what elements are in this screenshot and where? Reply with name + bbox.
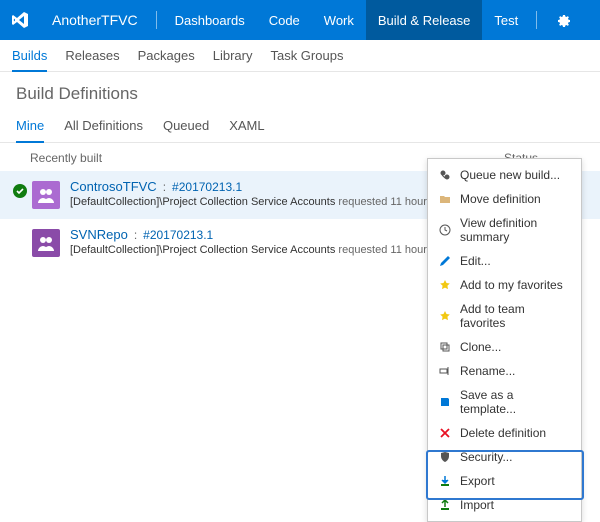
save-icon xyxy=(438,395,452,409)
subnav-releases[interactable]: Releases xyxy=(65,40,119,71)
tab-queued[interactable]: Queued xyxy=(163,112,209,142)
subnav-library[interactable]: Library xyxy=(213,40,253,71)
star-icon xyxy=(438,309,452,323)
gear-icon xyxy=(555,12,571,28)
menu-edit[interactable]: Edit... xyxy=(428,249,581,273)
subnav-packages[interactable]: Packages xyxy=(138,40,195,71)
clock-icon xyxy=(438,223,452,237)
nav-dashboards[interactable]: Dashboards xyxy=(163,0,257,40)
tab-mine[interactable]: Mine xyxy=(16,112,44,143)
top-bar: AnotherTFVC Dashboards Code Work Build &… xyxy=(0,0,600,40)
folder-icon xyxy=(438,192,452,206)
tab-all-definitions[interactable]: All Definitions xyxy=(64,112,143,142)
shield-icon xyxy=(438,450,452,464)
menu-security[interactable]: Security... xyxy=(428,445,581,469)
tab-xaml[interactable]: XAML xyxy=(229,112,264,142)
menu-move-definition[interactable]: Move definition xyxy=(428,187,581,211)
vs-logo-icon[interactable] xyxy=(0,0,40,40)
build-number-link[interactable]: #20170213.1 xyxy=(143,228,213,242)
sub-nav: Builds Releases Packages Library Task Gr… xyxy=(0,40,600,72)
divider xyxy=(536,11,537,29)
divider xyxy=(156,11,157,29)
delete-icon xyxy=(438,426,452,440)
pencil-icon xyxy=(438,254,452,268)
menu-delete[interactable]: Delete definition xyxy=(428,421,581,445)
page-title: Build Definitions xyxy=(0,72,600,112)
menu-save-template[interactable]: Save as a template... xyxy=(428,383,581,421)
project-name[interactable]: AnotherTFVC xyxy=(40,0,150,40)
subnav-task-groups[interactable]: Task Groups xyxy=(270,40,343,71)
settings-button[interactable] xyxy=(543,0,583,40)
menu-clone[interactable]: Clone... xyxy=(428,335,581,359)
nav-build-release[interactable]: Build & Release xyxy=(366,0,483,40)
nav-test[interactable]: Test xyxy=(482,0,530,40)
menu-queue-new-build[interactable]: Queue new build... xyxy=(428,163,581,187)
context-menu: Queue new build... Move definition View … xyxy=(427,158,582,522)
import-icon xyxy=(438,498,452,512)
build-definition-link[interactable]: SVNRepo xyxy=(70,227,128,242)
avatar xyxy=(32,229,60,257)
avatar xyxy=(32,181,60,209)
build-definition-link[interactable]: ControsoTFVC xyxy=(70,179,157,194)
star-icon xyxy=(438,278,452,292)
menu-export[interactable]: Export xyxy=(428,469,581,493)
menu-add-my-favorites[interactable]: Add to my favorites xyxy=(428,273,581,297)
menu-import[interactable]: Import xyxy=(428,493,581,517)
menu-rename[interactable]: Rename... xyxy=(428,359,581,383)
clone-icon xyxy=(438,340,452,354)
menu-add-team-favorites[interactable]: Add to team favorites xyxy=(428,297,581,335)
success-check-icon xyxy=(12,183,30,199)
nav-code[interactable]: Code xyxy=(257,0,312,40)
subnav-builds[interactable]: Builds xyxy=(12,40,47,72)
menu-view-summary[interactable]: View definition summary xyxy=(428,211,581,249)
export-icon xyxy=(438,474,452,488)
nav-work[interactable]: Work xyxy=(312,0,366,40)
build-number-link[interactable]: #20170213.1 xyxy=(172,180,242,194)
queue-icon xyxy=(438,168,452,182)
definition-tabs: Mine All Definitions Queued XAML xyxy=(0,112,600,143)
rename-icon xyxy=(438,364,452,378)
